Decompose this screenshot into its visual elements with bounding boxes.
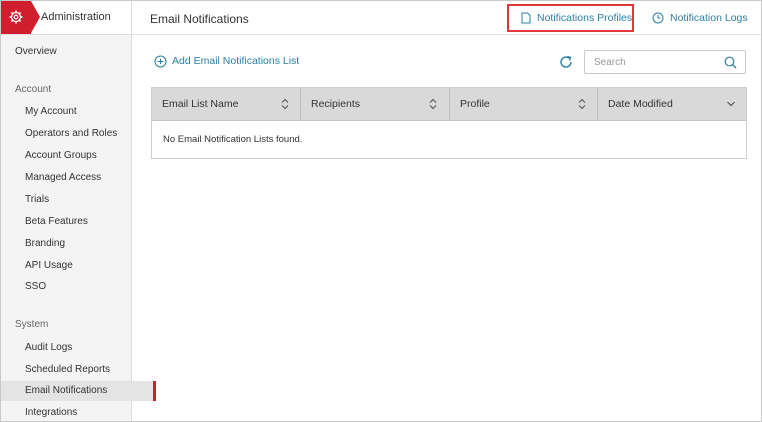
sort-icon	[429, 98, 437, 110]
sidebar-item-trials[interactable]: Trials	[1, 190, 155, 210]
sidebar-item-email-notifications[interactable]: Email Notifications	[1, 381, 156, 401]
refresh-button[interactable]	[558, 54, 574, 73]
sidebar-item-scheduled-reports[interactable]: Scheduled Reports	[1, 360, 155, 380]
sidebar-item-managed-access[interactable]: Managed Access	[1, 168, 155, 188]
admin-title: Administration	[41, 11, 111, 23]
sidebar-item-api-usage[interactable]: API Usage	[1, 256, 155, 276]
sidebar-section-account: Account	[15, 84, 52, 95]
admin-badge	[1, 1, 40, 34]
add-circle-icon	[154, 55, 167, 68]
search-box	[584, 50, 746, 74]
notifications-profiles-link[interactable]: Notifications Profiles	[521, 9, 632, 27]
column-header-recipients[interactable]: Recipients	[301, 88, 450, 120]
document-icon	[521, 12, 531, 24]
sidebar: Administration Overview Account My Accou…	[1, 1, 156, 421]
gear-icon	[9, 10, 23, 24]
sidebar-item-integrations[interactable]: Integrations	[1, 403, 155, 421]
refresh-icon	[560, 55, 572, 68]
sidebar-item-branding[interactable]: Branding	[1, 234, 155, 254]
sidebar-item-sso[interactable]: SSO	[1, 277, 155, 297]
sidebar-item-operators-and-roles[interactable]: Operators and Roles	[1, 124, 155, 144]
column-header-profile[interactable]: Profile	[450, 88, 598, 120]
sort-icon	[578, 98, 586, 110]
table-header: Email List Name Recipients Profile Date …	[152, 88, 746, 121]
sidebar-item-my-account[interactable]: My Account	[1, 102, 155, 122]
admin-header: Administration	[1, 1, 131, 35]
sidebar-item-audit-logs[interactable]: Audit Logs	[1, 338, 155, 358]
sort-icon	[281, 98, 289, 110]
notifications-profiles-label: Notifications Profiles	[537, 12, 633, 24]
empty-table-message: No Email Notification Lists found.	[163, 134, 303, 145]
search-icon[interactable]	[724, 56, 737, 69]
notification-logs-link[interactable]: Notification Logs	[652, 9, 748, 27]
email-lists-table: Email List Name Recipients Profile Date …	[151, 87, 747, 159]
sidebar-item-beta-features[interactable]: Beta Features	[1, 212, 155, 232]
sidebar-item-account-groups[interactable]: Account Groups	[1, 146, 155, 166]
add-email-notifications-list-button[interactable]: Add Email Notifications List	[154, 55, 299, 68]
clock-icon	[652, 12, 664, 24]
sidebar-item-overview[interactable]: Overview	[1, 42, 145, 62]
search-input[interactable]	[594, 55, 714, 69]
column-header-email-list-name[interactable]: Email List Name	[152, 88, 301, 120]
sidebar-section-system: System	[15, 319, 49, 330]
column-header-date-modified[interactable]: Date Modified	[598, 88, 746, 120]
notification-logs-label: Notification Logs	[670, 12, 748, 24]
page-title: Email Notifications	[150, 12, 249, 26]
add-email-notifications-list-label: Add Email Notifications List	[172, 55, 300, 67]
app-window: Administration Overview Account My Accou…	[0, 0, 762, 422]
chevron-down-icon	[727, 101, 735, 107]
